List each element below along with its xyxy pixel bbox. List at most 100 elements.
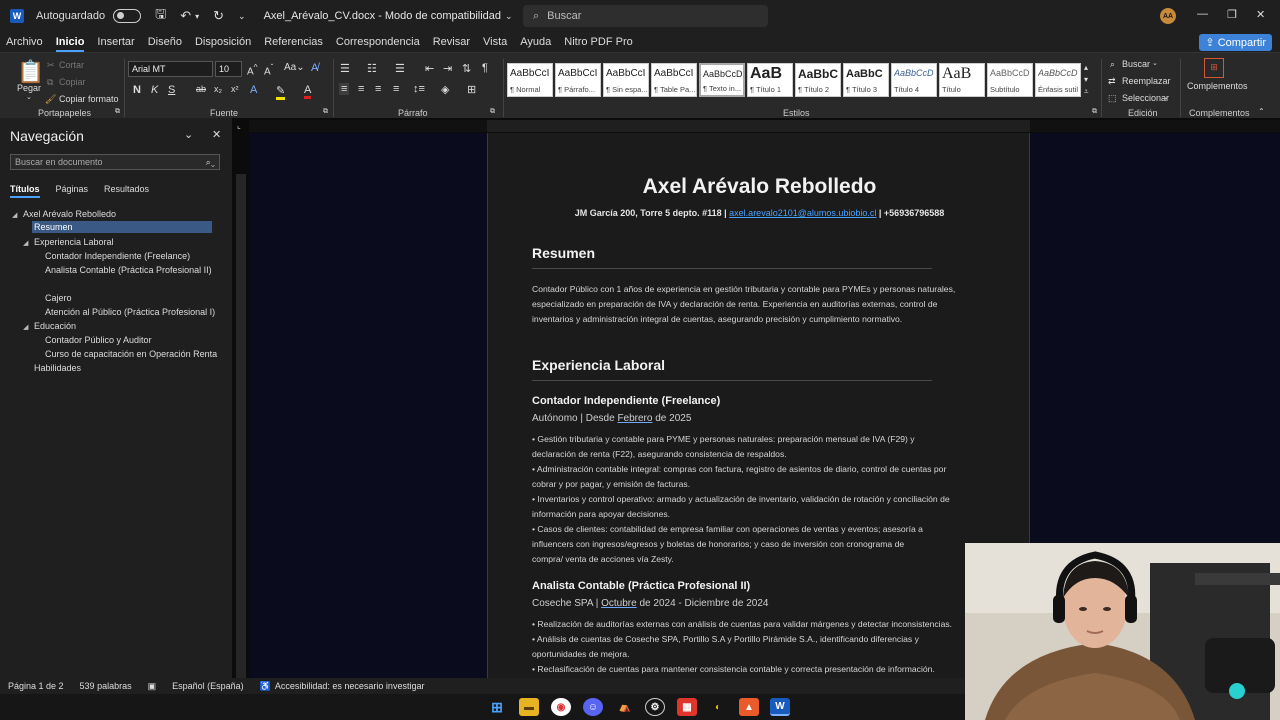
redo-icon[interactable]: ↻ bbox=[213, 8, 224, 24]
chevron-down-icon[interactable]: ⌄ bbox=[505, 11, 513, 22]
align-center-icon[interactable]: ≡ bbox=[358, 83, 364, 95]
style-normal[interactable]: AaBbCcI ¶ Normal bbox=[507, 63, 553, 97]
nav-heading[interactable]: Contador Público y Auditor bbox=[45, 335, 152, 345]
show-marks-icon[interactable]: ¶ bbox=[482, 62, 488, 74]
minimize-icon[interactable]: — bbox=[1197, 8, 1208, 20]
styles-scroll-up-icon[interactable]: ▴ bbox=[1084, 63, 1088, 72]
align-left-icon[interactable]: ≡ bbox=[339, 83, 350, 95]
menu-vista[interactable]: Vista bbox=[483, 36, 507, 48]
proofing-icon[interactable]: ▣ bbox=[148, 681, 157, 692]
style-titulo-1[interactable]: AaB ¶ Título 1 bbox=[747, 63, 793, 97]
search-box[interactable]: ⌕ Buscar bbox=[523, 5, 768, 27]
text-effects-icon[interactable]: A bbox=[250, 84, 257, 96]
menu-nitro[interactable]: Nitro PDF Pro bbox=[564, 36, 632, 48]
nav-close-icon[interactable]: ✕ bbox=[212, 128, 221, 141]
horizontal-ruler[interactable] bbox=[249, 120, 1280, 132]
word-taskbar-icon[interactable]: W bbox=[770, 698, 790, 716]
nav-heading[interactable]: Atención al Público (Práctica Profesiona… bbox=[45, 307, 215, 317]
restore-icon[interactable]: ❐ bbox=[1227, 8, 1237, 21]
collapse-arrow-icon[interactable]: ◢ bbox=[12, 211, 17, 219]
decrease-indent-icon[interactable]: ⇤ bbox=[425, 62, 434, 75]
style-parrafo[interactable]: AaBbCcI ¶ Párrafo... bbox=[555, 63, 601, 97]
numbering-icon[interactable]: ☷ bbox=[367, 62, 377, 75]
increase-indent-icon[interactable]: ⇥ bbox=[443, 62, 452, 75]
menu-correspondencia[interactable]: Correspondencia bbox=[336, 36, 420, 48]
menu-referencias[interactable]: Referencias bbox=[264, 36, 323, 48]
accessibility-status[interactable]: Accesibilidad: es necesario investigar bbox=[275, 681, 425, 691]
tab-selector-icon[interactable]: ⌞ bbox=[237, 121, 241, 130]
word-count[interactable]: 539 palabras bbox=[80, 681, 132, 691]
highlight-icon[interactable]: ✎ bbox=[276, 84, 286, 100]
page-count[interactable]: Página 1 de 2 bbox=[8, 681, 64, 691]
paste-dropdown-icon[interactable]: ⌄ bbox=[26, 93, 32, 101]
clipboard-launcher-icon[interactable]: ⧉ bbox=[115, 108, 120, 116]
nav-heading[interactable]: Educación bbox=[34, 321, 76, 331]
customize-toolbar-icon[interactable]: ⌄ bbox=[238, 11, 246, 22]
bold-icon[interactable]: N bbox=[133, 84, 141, 96]
copy-button[interactable]: Copiar bbox=[59, 77, 86, 87]
style-titulo-2[interactable]: AaBbC ¶ Título 2 bbox=[795, 63, 841, 97]
app-yellow-icon[interactable]: ◐ bbox=[708, 698, 728, 716]
nav-heading[interactable]: Contador Independiente (Freelance) bbox=[45, 251, 190, 261]
sort-icon[interactable]: ⇅ bbox=[462, 62, 471, 75]
format-painter-button[interactable]: Copiar formato bbox=[59, 94, 119, 104]
search-icon[interactable]: ⌕⌄ bbox=[206, 155, 215, 169]
line-spacing-icon[interactable]: ↕≡ bbox=[413, 83, 425, 95]
font-size-field[interactable]: 10 bbox=[215, 61, 242, 77]
styles-scroll-down-icon[interactable]: ▾ bbox=[1084, 75, 1088, 84]
nav-search-input[interactable]: Buscar en documento ⌕⌄ bbox=[10, 154, 220, 170]
save-icon[interactable]: 🖫 bbox=[155, 5, 166, 27]
nav-heading[interactable]: Habilidades bbox=[34, 363, 81, 373]
multilevel-list-icon[interactable]: ☰ bbox=[395, 62, 405, 75]
clear-formatting-icon[interactable]: A̸ bbox=[311, 62, 318, 74]
select-dropdown-icon[interactable]: ⌄ bbox=[1163, 93, 1169, 101]
menu-diseno[interactable]: Diseño bbox=[148, 36, 182, 48]
addins-icon[interactable]: ⊞ bbox=[1204, 58, 1224, 78]
collapse-ribbon-icon[interactable]: ⌃ bbox=[1258, 107, 1265, 116]
nav-options-icon[interactable]: ⌄ bbox=[184, 128, 193, 141]
tab-resultados[interactable]: Resultados bbox=[104, 184, 149, 198]
menu-disposicion[interactable]: Disposición bbox=[195, 36, 251, 48]
paragraph-launcher-icon[interactable]: ⧉ bbox=[490, 108, 495, 116]
tab-titulos[interactable]: Títulos bbox=[10, 184, 40, 198]
shading-icon[interactable]: ◈ bbox=[441, 83, 449, 96]
vertical-ruler[interactable] bbox=[236, 174, 246, 678]
find-button[interactable]: Buscar bbox=[1122, 59, 1150, 69]
addins-button[interactable]: Complementos bbox=[1187, 81, 1248, 91]
font-launcher-icon[interactable]: ⧉ bbox=[323, 108, 328, 116]
paste-icon[interactable]: 📋 bbox=[17, 59, 44, 85]
chrome-icon[interactable]: ◉ bbox=[551, 698, 571, 716]
close-icon[interactable]: ✕ bbox=[1256, 8, 1265, 21]
style-texto-independiente[interactable]: AaBbCcD ¶ Texto in... bbox=[699, 63, 745, 97]
nav-heading[interactable]: Analista Contable (Práctica Profesional … bbox=[45, 265, 212, 275]
change-case-icon[interactable]: Aa⌄ bbox=[284, 62, 305, 73]
style-enfasis-sutil[interactable]: AaBbCcD Énfasis sutil bbox=[1035, 63, 1081, 97]
font-color-icon[interactable]: A bbox=[304, 84, 312, 99]
italic-icon[interactable]: K bbox=[151, 84, 158, 96]
grow-font-icon[interactable]: A^ bbox=[247, 62, 258, 77]
nav-heading[interactable]: Experiencia Laboral bbox=[34, 237, 114, 247]
style-titulo-3[interactable]: AaBbC ¶ Título 3 bbox=[843, 63, 889, 97]
superscript-icon[interactable]: x² bbox=[231, 84, 239, 94]
nav-heading[interactable]: Axel Arévalo Rebolledo bbox=[23, 209, 116, 219]
style-subtitulo[interactable]: AaBbCcD Subtítulo bbox=[987, 63, 1033, 97]
select-button[interactable]: Seleccionar bbox=[1122, 93, 1169, 103]
font-name-field[interactable]: Arial MT bbox=[128, 61, 213, 77]
menu-revisar[interactable]: Revisar bbox=[433, 36, 470, 48]
office-app-icon[interactable]: ▲ bbox=[739, 698, 759, 716]
replace-button[interactable]: Reemplazar bbox=[1122, 76, 1171, 86]
nav-heading[interactable]: Resumen bbox=[32, 221, 212, 233]
share-button[interactable]: ⇪ Compartir bbox=[1199, 34, 1272, 51]
nav-heading[interactable]: Curso de capacitación en Operación Renta bbox=[45, 349, 217, 359]
windows-start-icon[interactable]: ⊞ bbox=[487, 698, 507, 716]
avatar[interactable]: AA bbox=[1160, 8, 1176, 24]
borders-icon[interactable]: ⊞ bbox=[467, 83, 476, 96]
strikethrough-icon[interactable]: ab bbox=[196, 84, 206, 94]
file-explorer-icon[interactable]: ▬ bbox=[519, 698, 539, 716]
menu-archivo[interactable]: Archivo bbox=[6, 36, 43, 48]
undo-dropdown-icon[interactable]: ▾ bbox=[195, 12, 199, 21]
style-titulo[interactable]: AaB Título bbox=[939, 63, 985, 97]
justify-icon[interactable]: ≡ bbox=[393, 83, 399, 95]
align-right-icon[interactable]: ≡ bbox=[375, 83, 381, 95]
cut-button[interactable]: Cortar bbox=[59, 60, 84, 70]
